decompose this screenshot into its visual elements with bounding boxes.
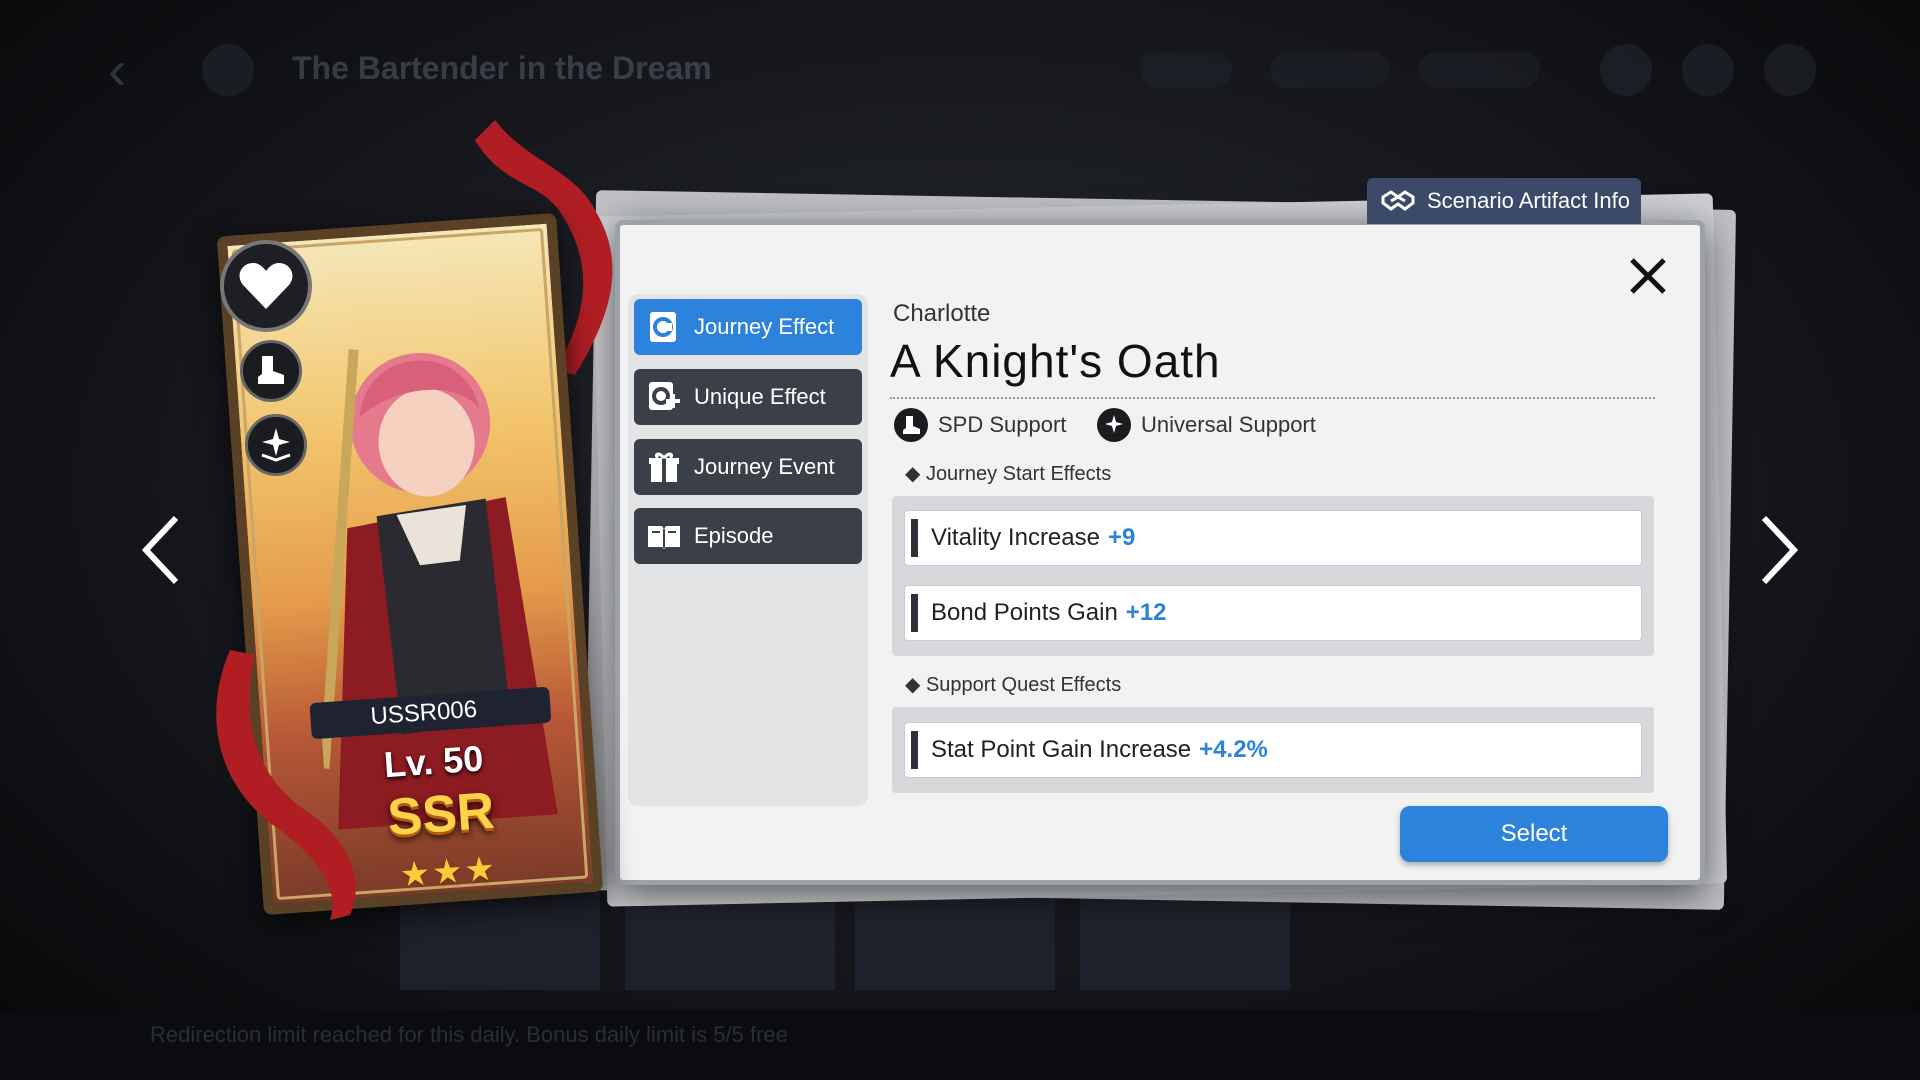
effect-value: +4.2% bbox=[1199, 736, 1268, 763]
background-tile bbox=[855, 890, 1055, 990]
background-hud: ‹ The Bartender in the Dream bbox=[0, 0, 1920, 140]
close-button[interactable] bbox=[1620, 248, 1676, 304]
card-icon bbox=[650, 312, 676, 342]
close-icon bbox=[1630, 258, 1666, 294]
role-label: SPD Support bbox=[938, 412, 1067, 437]
journey-start-heading-text: Journey Start Effects bbox=[925, 463, 1112, 485]
tab-unique-effect-label: Unique Effect bbox=[694, 384, 826, 409]
shop-icon bbox=[1764, 44, 1816, 96]
effect-label: Vitality Increase bbox=[931, 524, 1100, 551]
game-screen: ‹ The Bartender in the Dream Redirection… bbox=[0, 0, 1920, 1080]
previous-card-arrow[interactable] bbox=[132, 500, 192, 600]
resource-badge bbox=[1418, 52, 1540, 88]
panel-tag: Scenario Artifact Info bbox=[1367, 178, 1641, 224]
boot-icon bbox=[894, 408, 928, 442]
resource-badge bbox=[1270, 52, 1390, 88]
card-rarity: SSR bbox=[385, 781, 497, 848]
role-badge-universal: Universal Support bbox=[1097, 408, 1316, 442]
effect-row: Stat Point Gain Increase +4.2% bbox=[904, 722, 1642, 778]
back-arrow-icon: ‹ bbox=[108, 38, 127, 101]
handshake-icon bbox=[1381, 190, 1415, 211]
star-book-icon bbox=[261, 428, 291, 462]
tab-journey-event-label: Journey Event bbox=[694, 454, 835, 479]
resource-badge bbox=[1140, 52, 1232, 88]
journey-start-heading: ◆ Journey Start Effects bbox=[905, 463, 1112, 485]
effect-value: +9 bbox=[1107, 524, 1136, 551]
gift-icon bbox=[649, 452, 679, 482]
panel-tag-label: Scenario Artifact Info bbox=[1427, 188, 1630, 213]
boot-icon bbox=[258, 356, 284, 384]
chat-icon bbox=[1682, 44, 1734, 96]
mail-icon bbox=[1600, 44, 1652, 96]
background-tile bbox=[1080, 890, 1290, 990]
tab-journey-effect-label: Journey Effect bbox=[694, 314, 835, 339]
ribbon-decoration bbox=[216, 650, 356, 920]
select-button[interactable]: Select bbox=[1400, 806, 1668, 862]
support-quest-heading: ◆ Support Quest Effects bbox=[905, 674, 1122, 696]
effect-row: Vitality Increase +9 bbox=[904, 510, 1642, 566]
chevron-left-icon bbox=[141, 515, 179, 585]
character-name: Charlotte bbox=[893, 300, 991, 327]
next-card-arrow[interactable] bbox=[1748, 500, 1808, 600]
card-level: Lv. 50 bbox=[382, 737, 485, 786]
effect-row: Bond Points Gain +12 bbox=[904, 585, 1642, 641]
favorite-button[interactable] bbox=[220, 240, 312, 332]
book-icon bbox=[648, 526, 680, 549]
card-title: A Knight's Oath bbox=[890, 335, 1221, 387]
heart-icon bbox=[239, 263, 293, 309]
tab-journey-event[interactable]: Journey Event bbox=[634, 439, 862, 495]
star-book-icon bbox=[1097, 408, 1131, 442]
card-stars: ★★★ bbox=[398, 849, 499, 895]
settings-icon bbox=[202, 44, 254, 96]
tab-episode[interactable]: Episode bbox=[634, 508, 862, 564]
tab-episode-label: Episode bbox=[694, 523, 774, 548]
universal-type-badge bbox=[245, 414, 307, 476]
effect-value: +12 bbox=[1125, 599, 1167, 626]
background-footer-text: Redirection limit reached for this daily… bbox=[150, 1022, 788, 1047]
effect-label: Stat Point Gain Increase bbox=[931, 736, 1192, 763]
support-quest-heading-text: Support Quest Effects bbox=[925, 674, 1122, 696]
chevron-right-icon bbox=[1761, 515, 1799, 585]
background-title: The Bartender in the Dream bbox=[292, 50, 712, 86]
tab-unique-effect[interactable]: Unique Effect bbox=[634, 369, 862, 425]
role-label: Universal Support bbox=[1141, 412, 1316, 437]
card-plus-icon bbox=[649, 382, 680, 410]
tab-journey-effect[interactable]: Journey Effect bbox=[634, 299, 862, 355]
effect-label: Bond Points Gain bbox=[931, 599, 1118, 626]
title-divider bbox=[890, 397, 1655, 399]
spd-type-badge bbox=[240, 340, 302, 402]
role-badge-spd: SPD Support bbox=[894, 408, 1066, 442]
